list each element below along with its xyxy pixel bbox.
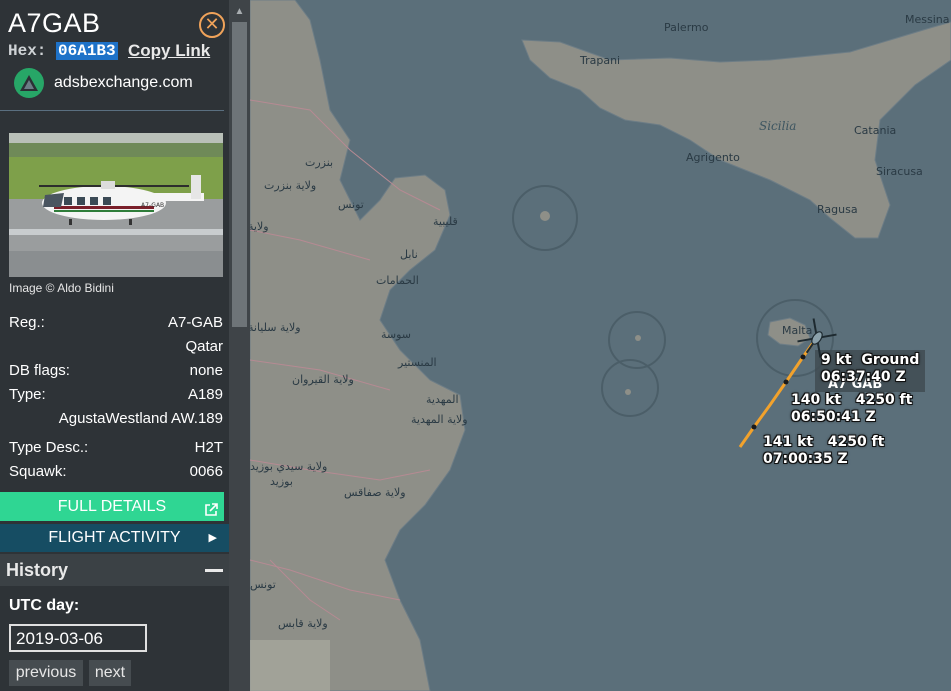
hex-row: Hex: 06A1B3: [8, 42, 118, 60]
reg-label: Reg.:: [9, 314, 45, 331]
aircraft-photo[interactable]: A7-GAB: [9, 133, 223, 277]
label-trapani: Trapani: [579, 54, 620, 67]
track-label-mid: 140 kt 4250 ft 06:50:41 Z: [791, 392, 913, 425]
label-messina: Messina: [905, 13, 950, 26]
label-nabeul: نابل: [400, 248, 418, 261]
squawk-value: 0066: [189, 463, 223, 480]
copy-link[interactable]: Copy Link: [128, 41, 210, 61]
dbflags-value: none: [189, 362, 223, 379]
divider: [0, 110, 224, 111]
typedesc-label: Type Desc.:: [9, 439, 89, 456]
infoblock-panel: A7GAB ✕ Hex: 06A1B3 Copy Link adsbexchan…: [0, 0, 229, 691]
label-hammamet: الحمامات: [376, 274, 419, 287]
label-mahdia-gov: ولاية المهدية: [411, 413, 468, 426]
track-label-latest: 9 kt Ground 06:37:40 Z: [821, 352, 920, 385]
label-catania: Catania: [854, 124, 896, 137]
close-icon[interactable]: ✕: [199, 12, 225, 38]
label-agrigento: Agrigento: [686, 151, 740, 164]
label-palermo: Palermo: [664, 21, 709, 34]
collapse-icon[interactable]: [205, 569, 223, 572]
scroll-up-icon[interactable]: ▲: [229, 2, 250, 22]
island: [540, 211, 550, 221]
land-patch: [250, 640, 330, 691]
track-point: [751, 424, 757, 430]
image-credit: Image © Aldo Bidini: [9, 281, 114, 295]
label-siliana: ولاية سليانة: [250, 321, 301, 334]
map-view[interactable]: Palermo Messina Trapani Sicilia Catania …: [250, 0, 951, 691]
label-gabes-gov: ولاية قابس: [278, 617, 328, 630]
country-value: Qatar: [185, 338, 223, 355]
external-link-icon: [204, 498, 218, 527]
source-link[interactable]: adsbexchange.com: [14, 68, 193, 98]
label-sidi-bouzid: ولاية سيدي بوزيد: [250, 460, 327, 473]
label-mahdia: المهدية: [426, 393, 459, 406]
reg-value: A7-GAB: [167, 314, 223, 331]
label-siracusa: Siracusa: [876, 165, 923, 178]
aircraft-callsign: A7GAB: [8, 8, 101, 38]
label-west-gov: ولاية: [250, 220, 269, 233]
label-kairouan: ولاية القيروان: [292, 373, 354, 386]
track-point: [800, 354, 806, 360]
label-tunisia: تونس: [250, 578, 276, 591]
label-sfax-gov: ولاية صفاقس: [344, 486, 406, 499]
track-point: [783, 379, 789, 385]
previous-button[interactable]: previous: [9, 660, 83, 686]
history-header[interactable]: History: [0, 554, 229, 586]
typedesc-value: H2T: [194, 439, 223, 456]
source-name: adsbexchange.com: [54, 74, 193, 91]
flight-activity-label: FLIGHT ACTIVITY: [48, 529, 181, 546]
label-ragusa: Ragusa: [817, 203, 858, 216]
map-canvas: Palermo Messina Trapani Sicilia Catania …: [250, 0, 951, 691]
label-monastir: المنستير: [397, 356, 437, 369]
adsbexchange-logo-icon: [14, 68, 44, 98]
hex-label: Hex:: [8, 42, 47, 60]
island: [635, 335, 641, 341]
label-bouzid: بوزيد: [270, 475, 293, 488]
full-details-button[interactable]: FULL DETAILS: [0, 492, 224, 521]
type-value: A189: [187, 386, 223, 403]
utc-date-input[interactable]: 2019-03-06: [9, 624, 147, 652]
sidebar-scrollbar[interactable]: ▲: [229, 0, 250, 691]
next-button[interactable]: next: [89, 660, 131, 686]
photo-registration: A7-GAB: [141, 202, 164, 209]
utc-day-label: UTC day:: [9, 597, 80, 614]
history-title: History: [6, 560, 69, 580]
dbflags-label: DB flags:: [9, 362, 70, 379]
hex-value[interactable]: 06A1B3: [56, 42, 118, 60]
squawk-label: Squawk:: [9, 463, 67, 480]
label-tunis: تونس: [338, 198, 364, 211]
label-bizerte-gov: ولاية بنزرت: [264, 179, 316, 192]
type-label: Type:: [9, 386, 46, 403]
scrollbar-thumb[interactable]: [232, 22, 247, 327]
chevron-right-icon: ▶: [208, 532, 217, 544]
type-full-name: AgustaWestland AW.189: [58, 410, 223, 427]
track-label-first: 141 kt 4250 ft 07:00:35 Z: [763, 434, 885, 467]
label-malta: Malta: [782, 324, 812, 337]
flight-activity-button[interactable]: FLIGHT ACTIVITY ▶: [0, 524, 229, 552]
label-sicilia: Sicilia: [759, 119, 796, 133]
label-kelibia: قليبية: [433, 215, 458, 228]
full-details-label: FULL DETAILS: [57, 498, 167, 515]
label-sousse: سوسة: [381, 328, 411, 341]
island: [625, 389, 631, 395]
label-bizerte: بنزرت: [305, 156, 333, 169]
